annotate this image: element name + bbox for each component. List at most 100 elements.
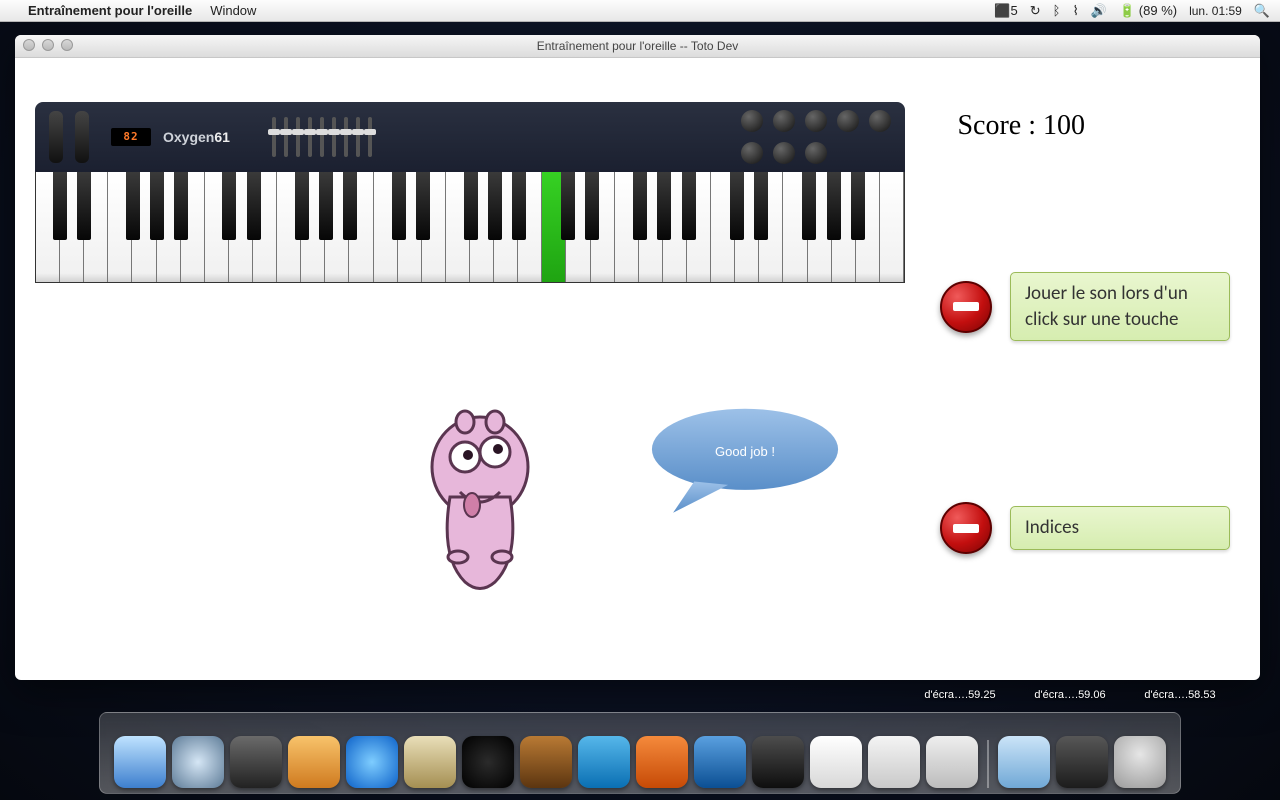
bluetooth-icon[interactable]: ᛒ	[1053, 4, 1061, 17]
black-key[interactable]	[174, 172, 188, 240]
black-key[interactable]	[802, 172, 816, 240]
dock-app-icon[interactable]	[288, 736, 340, 788]
keyboard-knobs	[741, 110, 891, 164]
black-key[interactable]	[392, 172, 406, 240]
knob[interactable]	[805, 110, 827, 132]
desktop-file-label[interactable]: d'écra….59.06	[1025, 689, 1115, 702]
timemachine-icon[interactable]: ↻	[1030, 4, 1041, 17]
slider[interactable]	[368, 117, 372, 157]
black-key[interactable]	[851, 172, 865, 240]
mascot-character	[410, 397, 550, 597]
knob[interactable]	[837, 110, 859, 132]
slider[interactable]	[284, 117, 288, 157]
dock-downloads-icon[interactable]	[998, 736, 1050, 788]
black-key[interactable]	[682, 172, 696, 240]
app-window: Entraînement pour l'oreille -- Toto Dev …	[15, 35, 1260, 680]
slider[interactable]	[272, 117, 276, 157]
option-label: Jouer le son lors d'un click sur une tou…	[1010, 272, 1230, 341]
dock-textedit-icon[interactable]	[810, 736, 862, 788]
keyboard-lcd: 82	[111, 128, 151, 146]
dock-folder-icon[interactable]	[1056, 736, 1108, 788]
option-play-on-click: Jouer le son lors d'un click sur une tou…	[940, 272, 1230, 341]
score-label: Score :	[957, 110, 1036, 141]
adobe-icon[interactable]: ⬛5	[994, 4, 1017, 17]
dock-imovie-icon[interactable]	[462, 736, 514, 788]
slider[interactable]	[320, 117, 324, 157]
minimize-button[interactable]	[42, 39, 54, 51]
option-label: Indices	[1010, 506, 1230, 550]
traffic-lights	[23, 39, 73, 51]
midi-keyboard: 82 Oxygen61	[35, 102, 905, 283]
window-title: Entraînement pour l'oreille -- Toto Dev	[537, 39, 739, 53]
dock-powerpoint-icon[interactable]	[636, 736, 688, 788]
zoom-button[interactable]	[61, 39, 73, 51]
slider[interactable]	[332, 117, 336, 157]
black-key[interactable]	[343, 172, 357, 240]
toggle-play-sound-button[interactable]	[940, 281, 992, 333]
knob[interactable]	[773, 142, 795, 164]
black-key[interactable]	[730, 172, 744, 240]
black-key[interactable]	[319, 172, 333, 240]
black-key[interactable]	[247, 172, 261, 240]
slider[interactable]	[296, 117, 300, 157]
black-key[interactable]	[150, 172, 164, 240]
black-key[interactable]	[416, 172, 430, 240]
keyboard-keys	[35, 172, 905, 283]
black-key[interactable]	[585, 172, 599, 240]
dock-safari-icon[interactable]	[172, 736, 224, 788]
spotlight-icon[interactable]: 🔍	[1254, 4, 1270, 17]
dock-finder-icon[interactable]	[114, 736, 166, 788]
black-key[interactable]	[53, 172, 67, 240]
menu-bar: Entraînement pour l'oreille Window ⬛5 ↻ …	[0, 0, 1280, 22]
knob[interactable]	[773, 110, 795, 132]
keyboard-control-panel: 82 Oxygen61	[35, 102, 905, 172]
black-key[interactable]	[512, 172, 526, 240]
dock-trash-icon[interactable]	[1114, 736, 1166, 788]
clock[interactable]: lun. 01:59	[1189, 4, 1242, 18]
desktop-file-label[interactable]: d'écra….58.53	[1135, 689, 1225, 702]
black-key[interactable]	[464, 172, 478, 240]
black-key[interactable]	[657, 172, 671, 240]
black-key[interactable]	[77, 172, 91, 240]
dock-launchpad-icon[interactable]	[230, 736, 282, 788]
score-display: Score : 100	[957, 112, 1085, 140]
dock-terminal-icon[interactable]	[752, 736, 804, 788]
knob[interactable]	[805, 142, 827, 164]
mod-wheel[interactable]	[75, 111, 89, 163]
window-content: 82 Oxygen61	[15, 57, 1260, 680]
window-menu[interactable]: Window	[210, 3, 256, 18]
knob[interactable]	[741, 142, 763, 164]
knob[interactable]	[869, 110, 891, 132]
black-key[interactable]	[488, 172, 502, 240]
volume-icon[interactable]: 🔊	[1091, 4, 1107, 17]
app-menu[interactable]: Entraînement pour l'oreille	[28, 3, 192, 18]
battery-icon[interactable]: 🔋 (89 %)	[1119, 4, 1177, 17]
desktop-file-label[interactable]: d'écra….59.25	[915, 689, 1005, 702]
black-key[interactable]	[222, 172, 236, 240]
dock-gimp-icon[interactable]	[404, 736, 456, 788]
slider[interactable]	[356, 117, 360, 157]
black-key[interactable]	[633, 172, 647, 240]
pitch-wheel[interactable]	[49, 111, 63, 163]
black-key[interactable]	[295, 172, 309, 240]
black-key[interactable]	[827, 172, 841, 240]
black-key[interactable]	[561, 172, 575, 240]
close-button[interactable]	[23, 39, 35, 51]
dock-itunes-icon[interactable]	[346, 736, 398, 788]
white-key[interactable]	[880, 172, 904, 282]
speech-bubble: Good job !	[630, 407, 860, 517]
window-titlebar[interactable]: Entraînement pour l'oreille -- Toto Dev	[15, 35, 1260, 58]
slider[interactable]	[344, 117, 348, 157]
dock-app-icon[interactable]	[868, 736, 920, 788]
dock-garageband-icon[interactable]	[520, 736, 572, 788]
dock-xcode-icon[interactable]	[694, 736, 746, 788]
wifi-icon[interactable]: ⌇	[1072, 4, 1078, 17]
dock-word-icon[interactable]	[578, 736, 630, 788]
knob[interactable]	[741, 110, 763, 132]
dock-app-icon[interactable]	[926, 736, 978, 788]
toggle-hints-button[interactable]	[940, 502, 992, 554]
black-key[interactable]	[754, 172, 768, 240]
black-key[interactable]	[126, 172, 140, 240]
speech-bubble-text: Good job !	[630, 445, 860, 458]
slider[interactable]	[308, 117, 312, 157]
